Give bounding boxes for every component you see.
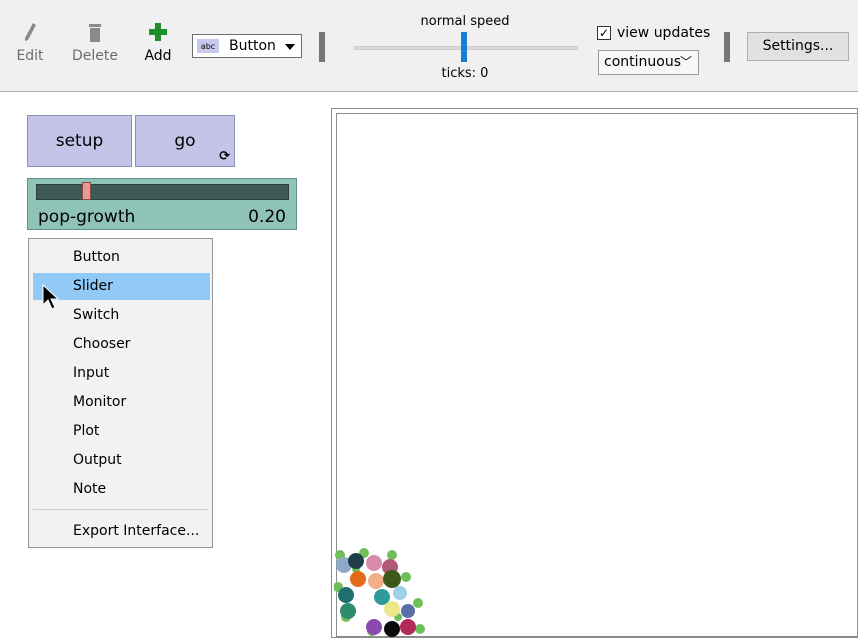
menu-separator: [33, 509, 208, 510]
widget-type-dropdown[interactable]: abc Button: [192, 34, 302, 58]
setup-label: setup: [55, 131, 104, 151]
update-mode-dropdown[interactable]: continuous ﹀: [598, 50, 699, 75]
toolbar: Edit Delete Add abc Button normal speed …: [0, 0, 858, 92]
delete-label: Delete: [72, 48, 118, 64]
slider-name: pop-growth: [38, 207, 136, 227]
forever-icon: ⟳: [219, 149, 230, 164]
add-label: Add: [144, 48, 172, 64]
menu-item-note[interactable]: Note: [33, 476, 210, 503]
mouse-pointer-icon: [42, 284, 60, 310]
add-button[interactable]: Add: [140, 20, 176, 64]
slider-thumb[interactable]: [82, 182, 91, 200]
go-label: go: [174, 131, 196, 151]
toolbar-separator: [319, 32, 325, 62]
menu-item-export-interface[interactable]: Export Interface...: [33, 518, 210, 545]
abc-badge-icon: abc: [197, 39, 219, 53]
setup-button[interactable]: setup: [27, 115, 132, 167]
menu-item-output[interactable]: Output: [33, 447, 210, 474]
plus-icon: [149, 23, 167, 41]
update-mode-value: continuous: [604, 54, 681, 70]
view-updates-label: view updates: [617, 25, 711, 41]
view-updates-checkbox[interactable]: ✓: [597, 26, 611, 40]
chevron-down-icon: ﹀: [679, 55, 692, 69]
settings-button[interactable]: Settings...: [747, 32, 849, 61]
pop-growth-slider[interactable]: pop-growth 0.20: [27, 178, 297, 230]
delete-button[interactable]: Delete: [72, 20, 118, 64]
go-button[interactable]: go ⟳: [135, 115, 235, 167]
speed-label: normal speed: [420, 14, 510, 29]
menu-item-plot[interactable]: Plot: [33, 418, 210, 445]
ticks-counter: ticks: 0: [441, 66, 489, 81]
pencil-icon: [25, 23, 36, 41]
dropdown-arrow-icon: [285, 44, 295, 50]
menu-item-input[interactable]: Input: [33, 360, 210, 387]
toolbar-separator: [724, 32, 730, 62]
turtle-cluster: [334, 548, 425, 637]
speed-slider-thumb[interactable]: [461, 32, 467, 62]
widget-type-value: Button: [229, 38, 276, 54]
menu-item-button[interactable]: Button: [33, 244, 210, 271]
edit-label: Edit: [16, 48, 44, 64]
slider-value: 0.20: [248, 207, 286, 227]
menu-item-chooser[interactable]: Chooser: [33, 331, 210, 358]
menu-item-monitor[interactable]: Monitor: [33, 389, 210, 416]
trash-icon: [89, 24, 101, 42]
edit-button[interactable]: Edit: [16, 20, 44, 64]
slider-track[interactable]: [36, 184, 289, 200]
